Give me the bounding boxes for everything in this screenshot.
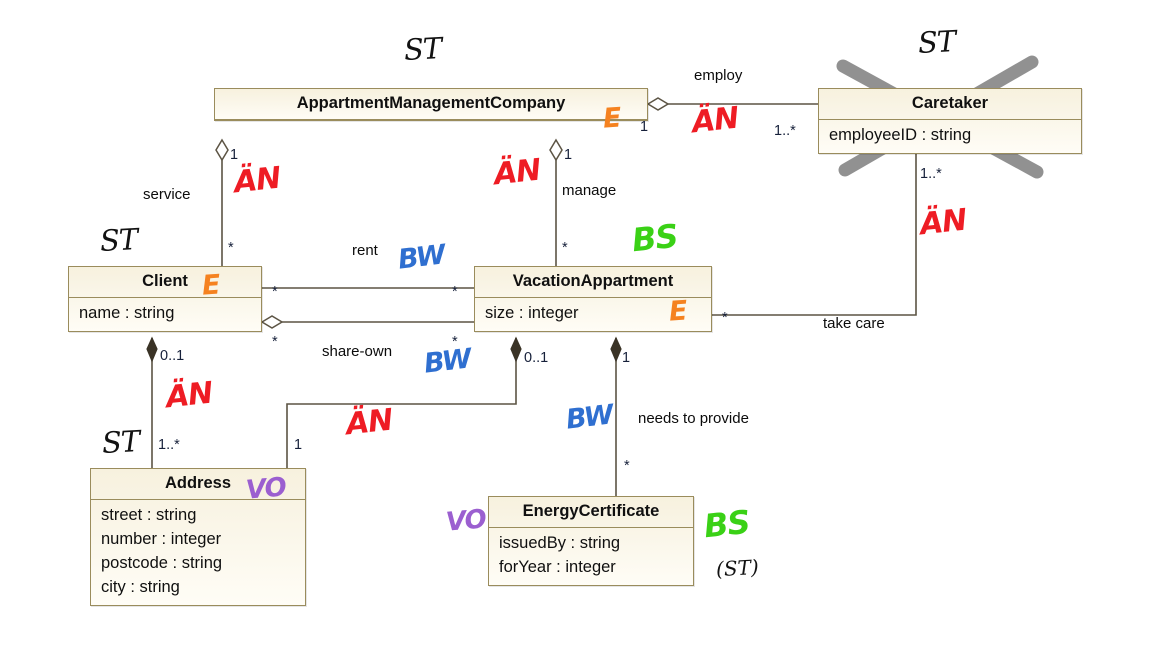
class-attributes-address: street : string number : integer postcod… — [91, 500, 305, 605]
multiplicity-employ-source: 1 — [640, 119, 649, 135]
multiplicity-client-address-source: 0..1 — [160, 348, 185, 364]
class-box-vacationappartment[interactable]: VacationAppartment size : integer — [474, 266, 712, 332]
class-attributes-client: name : string — [69, 298, 261, 331]
class-box-energycertificate[interactable]: EnergyCertificate issuedBy : string forY… — [488, 496, 694, 586]
multiplicity-share-own-source: * — [272, 334, 278, 350]
attribute-size: size : integer — [485, 304, 579, 322]
association-label-rent: rent — [352, 242, 378, 259]
attribute-name: name : string — [79, 304, 175, 322]
class-box-address[interactable]: Address street : string number : integer… — [90, 468, 306, 606]
multiplicity-rent-source: * — [272, 284, 278, 300]
class-name-vacationappartment: VacationAppartment — [475, 267, 711, 298]
multiplicity-take-care-target: 1..* — [920, 166, 942, 182]
class-box-appartmentmanagementcompany[interactable]: AppartmentManagementCompany — [214, 88, 648, 121]
attribute-issuedby: issuedBy : string — [499, 534, 621, 552]
association-label-service: service — [143, 186, 191, 203]
attribute-foryear: forYear : integer — [499, 557, 616, 576]
multiplicity-share-own-target: * — [452, 334, 458, 350]
association-label-take-care: take care — [823, 315, 885, 332]
class-attributes-energycertificate: issuedBy : string forYear : integer — [489, 528, 693, 585]
multiplicity-provide-target: * — [624, 458, 630, 474]
association-label-employ: employ — [694, 67, 743, 84]
multiplicity-vac-address-source: 0..1 — [524, 350, 549, 366]
attribute-employeeid: employeeID : string — [829, 126, 972, 144]
multiplicity-vac-address-target: 1 — [294, 437, 303, 453]
attribute-number: number : integer — [101, 529, 222, 548]
association-label-needs-to-provide: needs to provide — [638, 410, 749, 427]
multiplicity-rent-target: * — [452, 284, 458, 300]
attribute-street: street : string — [101, 506, 197, 524]
multiplicity-employ-target: 1..* — [774, 123, 796, 139]
attribute-city: city : string — [101, 577, 180, 596]
multiplicity-service-target: * — [228, 240, 234, 256]
multiplicity-service-source: 1 — [230, 147, 239, 163]
class-name-caretaker: Caretaker — [819, 89, 1081, 120]
class-box-client[interactable]: Client name : string — [68, 266, 262, 332]
class-name-address: Address — [91, 469, 305, 500]
attribute-postcode: postcode : string — [101, 553, 223, 572]
multiplicity-provide-source: 1 — [622, 350, 631, 366]
class-attributes-vacationappartment: size : integer — [475, 298, 711, 331]
multiplicity-manage-target: * — [562, 240, 568, 256]
class-name-appartmentmanagementcompany: AppartmentManagementCompany — [215, 89, 647, 120]
class-attributes-caretaker: employeeID : string — [819, 120, 1081, 153]
multiplicity-manage-source: 1 — [564, 147, 573, 163]
association-label-share-own: share-own — [322, 343, 393, 360]
uml-diagram-canvas: AppartmentManagementCompany E ST Caretak… — [0, 0, 1149, 658]
multiplicity-client-address-target: 1..* — [158, 437, 180, 453]
class-name-client: Client — [69, 267, 261, 298]
association-label-manage: manage — [562, 182, 617, 199]
multiplicity-take-care-source: * — [722, 310, 728, 326]
class-name-energycertificate: EnergyCertificate — [489, 497, 693, 528]
class-box-caretaker[interactable]: Caretaker employeeID : string — [818, 88, 1082, 154]
